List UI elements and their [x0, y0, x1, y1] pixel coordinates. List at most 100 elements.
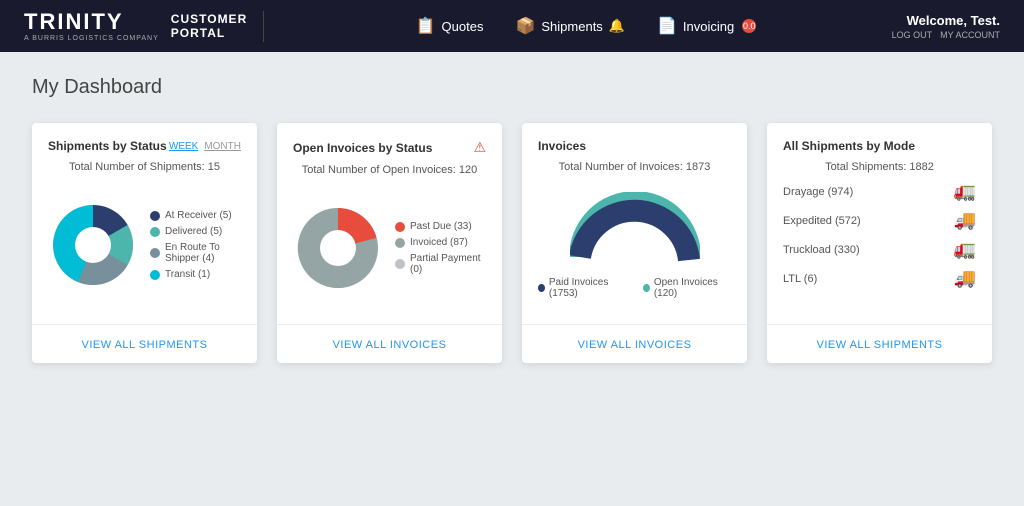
legend-label-invoiced: Invoiced (87)	[410, 237, 468, 248]
week-button[interactable]: WEEK	[169, 141, 198, 152]
view-all-invoices-link-1[interactable]: VIEW ALL INVOICES	[333, 339, 447, 351]
shipments-icon: 📦	[515, 16, 535, 36]
legend-paid-invoices: Paid Invoices (1753)	[538, 277, 627, 299]
card-shipments-title: Shipments by Status	[48, 139, 167, 153]
month-button[interactable]: MONTH	[204, 141, 241, 152]
logout-link[interactable]: LOG OUT	[892, 30, 933, 40]
legend-label-delivered: Delivered (5)	[165, 226, 222, 237]
portal-line1: CUSTOMER	[171, 12, 247, 26]
legend-dot-past-due	[395, 222, 405, 232]
view-all-invoices-link-2[interactable]: VIEW ALL INVOICES	[578, 339, 692, 351]
invoicing-icon: 📄	[657, 16, 677, 36]
nav-invoicing[interactable]: 📄 Invoicing 0.0	[657, 16, 756, 36]
legend-past-due: Past Due (33)	[395, 221, 486, 232]
invoices-donut-chart	[570, 192, 700, 267]
card-invoices-title: Open Invoices by Status	[293, 141, 432, 155]
time-controls: WEEK MONTH	[169, 141, 241, 152]
legend-partial-payment: Partial Payment (0)	[395, 253, 486, 275]
trinity-sub: A BURRIS LOGISTICS COMPANY	[24, 35, 159, 42]
mode-drayage-label: Drayage (974)	[783, 186, 946, 198]
card-donut-header: Invoices	[538, 139, 731, 153]
legend-dot-delivered	[150, 227, 160, 237]
dashboard-cards: Shipments by Status WEEK MONTH Total Num…	[32, 123, 992, 363]
welcome-text: Welcome, Test.	[907, 13, 1000, 28]
legend-dot-transit	[150, 270, 160, 280]
legend-en-route: En Route To Shipper (4)	[150, 242, 241, 264]
user-area: Welcome, Test. LOG OUT MY ACCOUNT	[892, 13, 1000, 40]
legend-label-en-route: En Route To Shipper (4)	[165, 242, 241, 264]
shipments-total: Total Number of Shipments: 15	[48, 161, 241, 173]
invoicing-badge: 0.0	[742, 19, 756, 33]
mode-expedited: Expedited (572) 🚚	[783, 210, 976, 231]
expedited-truck-icon: 🚚	[954, 210, 976, 231]
card-shipments-footer: VIEW ALL SHIPMENTS	[32, 324, 257, 363]
card-invoices-donut: Invoices Total Number of Invoices: 1873	[522, 123, 747, 363]
alert-icon: ⚠	[473, 139, 486, 156]
mode-ltl: LTL (6) 🚚	[783, 268, 976, 289]
open-invoices-total: Total Number of Open Invoices: 120	[293, 164, 486, 176]
view-all-shipments-link-2[interactable]: VIEW ALL SHIPMENTS	[817, 339, 943, 351]
legend-transit: Transit (1)	[150, 269, 241, 280]
account-link[interactable]: MY ACCOUNT	[940, 30, 1000, 40]
card-shipments-by-status: Shipments by Status WEEK MONTH Total Num…	[32, 123, 257, 363]
nav-shipments[interactable]: 📦 Shipments 🔔	[515, 16, 625, 36]
trinity-name: TRINITY	[24, 11, 124, 33]
legend-open-invoices: Open Invoices (120)	[643, 277, 731, 299]
nav-invoicing-label: Invoicing	[683, 19, 734, 34]
card-mode-footer: VIEW ALL SHIPMENTS	[767, 324, 992, 363]
legend-dot-invoiced	[395, 238, 405, 248]
card-shipments-body: Shipments by Status WEEK MONTH Total Num…	[32, 123, 257, 324]
mode-truckload: Truckload (330) 🚛	[783, 239, 976, 260]
quotes-icon: 📋	[416, 16, 436, 36]
legend-dot-open	[643, 284, 650, 292]
card-mode-header: All Shipments by Mode	[783, 139, 976, 153]
invoices-total: Total Number of Invoices: 1873	[538, 161, 731, 173]
open-invoices-legend: Past Due (33) Invoiced (87) Partial Paym…	[395, 221, 486, 275]
donut-chart-area: Paid Invoices (1753) Open Invoices (120)	[538, 185, 731, 305]
trinity-logo: TRINITY A BURRIS LOGISTICS COMPANY	[24, 11, 159, 42]
legend-label-open: Open Invoices (120)	[654, 277, 731, 299]
legend-dot-at-receiver	[150, 211, 160, 221]
legend-dot-partial	[395, 259, 405, 269]
legend-dot-en-route	[150, 248, 160, 258]
card-mode-title: All Shipments by Mode	[783, 139, 915, 153]
card-donut-footer: VIEW ALL INVOICES	[522, 324, 747, 363]
card-donut-title: Invoices	[538, 139, 586, 153]
drayage-truck-icon: 🚛	[954, 181, 976, 202]
nav-quotes-label: Quotes	[442, 19, 484, 34]
truckload-truck-icon: 🚛	[954, 239, 976, 260]
legend-label-partial: Partial Payment (0)	[410, 253, 486, 275]
mode-truckload-label: Truckload (330)	[783, 244, 946, 256]
legend-invoiced: Invoiced (87)	[395, 237, 486, 248]
legend-label-paid: Paid Invoices (1753)	[549, 277, 627, 299]
view-all-shipments-link-1[interactable]: VIEW ALL SHIPMENTS	[82, 339, 208, 351]
ltl-truck-icon: 🚚	[954, 268, 976, 289]
mode-drayage: Drayage (974) 🚛	[783, 181, 976, 202]
page-title: My Dashboard	[32, 76, 992, 99]
legend-label-at-receiver: At Receiver (5)	[165, 210, 232, 221]
card-mode-body: All Shipments by Mode Total Shipments: 1…	[767, 123, 992, 324]
legend-at-receiver: At Receiver (5)	[150, 210, 241, 221]
main-header: TRINITY A BURRIS LOGISTICS COMPANY CUSTO…	[0, 0, 1024, 52]
nav-shipments-label: Shipments	[541, 19, 602, 34]
open-invoices-pie-chart	[293, 203, 383, 293]
portal-line2: PORTAL	[171, 26, 247, 40]
card-shipments-header: Shipments by Status WEEK MONTH	[48, 139, 241, 153]
legend-delivered: Delivered (5)	[150, 226, 241, 237]
shipments-legend: At Receiver (5) Delivered (5) En Route T…	[150, 210, 241, 280]
mode-expedited-label: Expedited (572)	[783, 215, 946, 227]
open-invoices-chart-area: Past Due (33) Invoiced (87) Partial Paym…	[293, 188, 486, 308]
main-nav: 📋 Quotes 📦 Shipments 🔔 📄 Invoicing 0.0	[280, 16, 891, 36]
main-content: My Dashboard Shipments by Status WEEK MO…	[0, 52, 1024, 387]
nav-quotes[interactable]: 📋 Quotes	[416, 16, 484, 36]
donut-legend: Paid Invoices (1753) Open Invoices (120)	[538, 277, 731, 299]
user-links: LOG OUT MY ACCOUNT	[892, 30, 1000, 40]
card-shipments-by-mode: All Shipments by Mode Total Shipments: 1…	[767, 123, 992, 363]
shipments-chart-area: At Receiver (5) Delivered (5) En Route T…	[48, 185, 241, 305]
mode-ltl-label: LTL (6)	[783, 273, 946, 285]
card-invoices-footer: VIEW ALL INVOICES	[277, 324, 502, 363]
mode-list: Drayage (974) 🚛 Expedited (572) 🚚 Truckl…	[783, 181, 976, 289]
card-donut-body: Invoices Total Number of Invoices: 1873	[522, 123, 747, 324]
legend-dot-paid	[538, 284, 545, 292]
portal-label: CUSTOMER PORTAL	[171, 12, 247, 41]
